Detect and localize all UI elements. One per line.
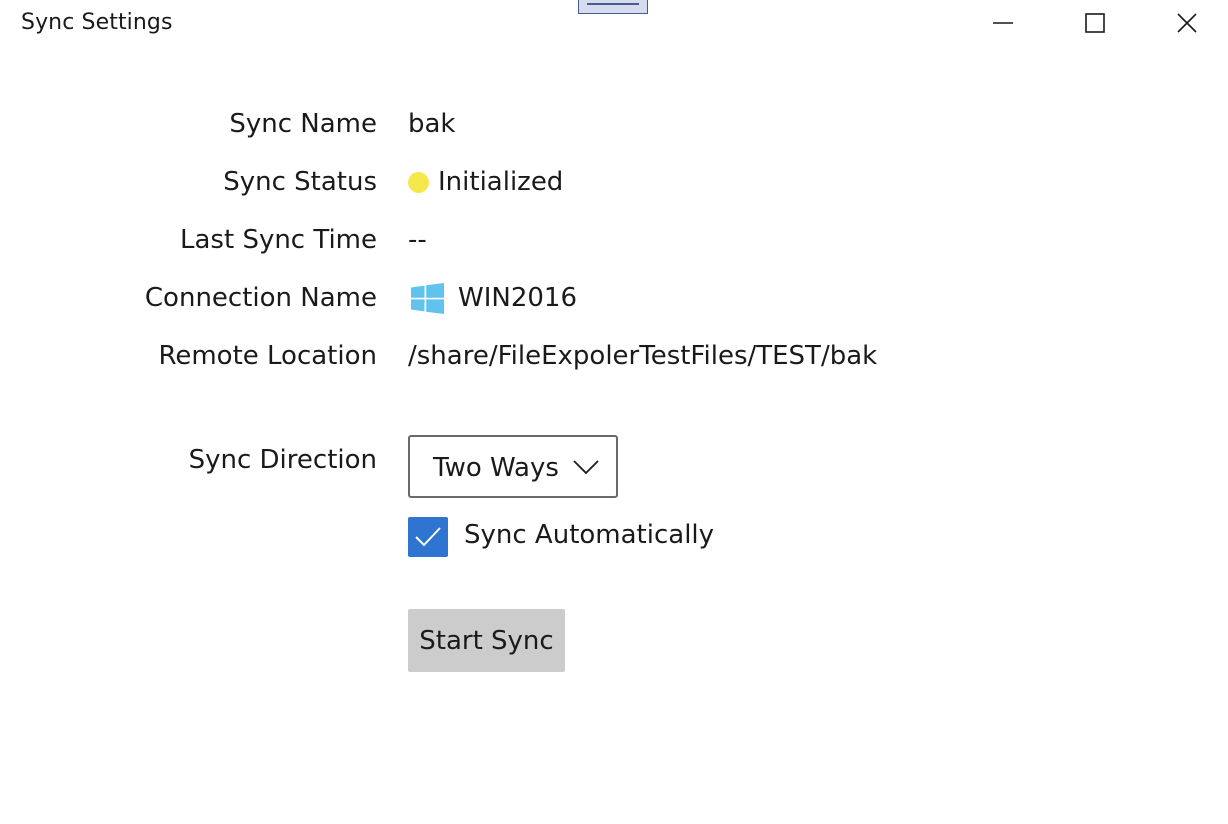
sync-automatically-label[interactable]: Sync Automatically [464, 520, 714, 550]
sync-automatically-checkbox[interactable] [408, 517, 448, 557]
title-bar[interactable]: Sync Settings [0, 0, 1228, 46]
sync-direction-label: Sync Direction [188, 445, 377, 475]
maximize-icon [1085, 13, 1105, 33]
close-button[interactable] [1141, 0, 1228, 46]
windows-logo-icon [411, 283, 444, 314]
drag-handle-icon[interactable] [578, 0, 648, 14]
sync-status-label: Sync Status [223, 167, 377, 197]
checkmark-icon [415, 527, 441, 547]
status-indicator-icon [408, 172, 429, 193]
sync-settings-window: Sync Settings Sync Name bak Sync Status … [0, 0, 1228, 824]
remote-location-value: /share/FileExpolerTestFiles/TEST/bak [408, 341, 878, 371]
sync-name-label: Sync Name [229, 109, 377, 139]
minimize-icon [993, 22, 1013, 24]
maximize-button[interactable] [1049, 0, 1141, 46]
close-icon [1177, 13, 1197, 33]
sync-direction-dropdown[interactable]: Two Ways [408, 435, 618, 498]
chevron-down-icon [573, 460, 599, 475]
connection-name-label: Connection Name [144, 283, 377, 313]
remote-location-label: Remote Location [158, 341, 377, 371]
sync-status-value: Initialized [438, 167, 564, 197]
last-sync-time-value: -- [408, 225, 427, 255]
sync-name-value: bak [408, 109, 456, 139]
sync-direction-selected: Two Ways [433, 453, 559, 483]
start-sync-button[interactable]: Start Sync [408, 609, 565, 672]
last-sync-time-label: Last Sync Time [180, 225, 377, 255]
window-title: Sync Settings [21, 10, 173, 35]
minimize-button[interactable] [957, 0, 1049, 46]
connection-name-value: WIN2016 [458, 283, 577, 313]
